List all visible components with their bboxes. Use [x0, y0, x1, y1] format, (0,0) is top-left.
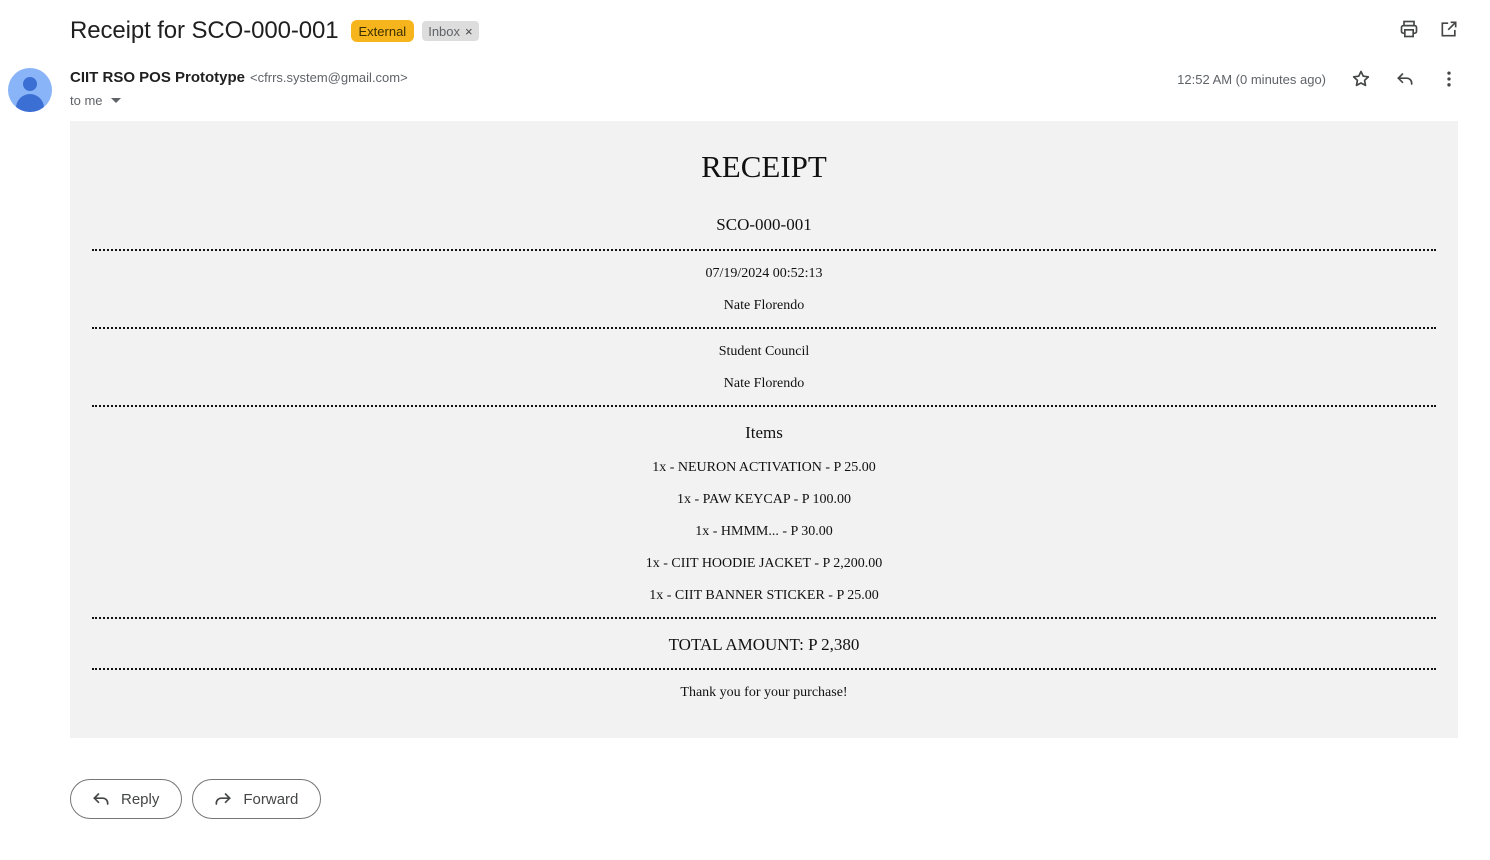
- receipt-organization: Student Council: [718, 344, 810, 359]
- receipt-divider: [92, 668, 1436, 670]
- receipt-item: 1x - CIIT BANNER STICKER - P 25.00: [649, 588, 879, 603]
- message-timestamp: 12:52 AM (0 minutes ago): [1177, 71, 1326, 87]
- receipt-datetime: 07/19/2024 00:52:13: [705, 266, 823, 281]
- reply-icon: [93, 793, 109, 805]
- sender-avatar[interactable]: [8, 68, 52, 112]
- more-vert-icon[interactable]: [1438, 68, 1460, 90]
- forward-button-label: Forward: [243, 790, 299, 808]
- inbox-label-badge: Inbox ×: [422, 21, 479, 41]
- chevron-down-icon: [110, 98, 121, 103]
- receipt-title: RECEIPT: [701, 149, 827, 184]
- subject-row: Receipt for SCO-000-001 External Inbox ×: [70, 14, 479, 48]
- inbox-label-text: Inbox: [428, 23, 461, 39]
- sender-email: <cfrrs.system@gmail.com>: [250, 70, 408, 85]
- sender-row: CIIT RSO POS Prototype <cfrrs.system@gma…: [70, 69, 408, 86]
- receipt-items-heading: Items: [745, 423, 783, 442]
- receipt-customer: Nate Florendo: [723, 298, 805, 313]
- receipt-cashier: Nate Florendo: [723, 376, 805, 391]
- receipt-divider: [92, 405, 1436, 407]
- email-subject: Receipt for SCO-000-001: [70, 17, 339, 44]
- remove-inbox-label-button[interactable]: ×: [465, 24, 473, 39]
- receipt-item: 1x - PAW KEYCAP - P 100.00: [676, 492, 852, 507]
- message-meta: 12:52 AM (0 minutes ago): [1177, 68, 1460, 90]
- receipt-body: RECEIPT SCO-000-001 07/19/2024 00:52:13 …: [70, 121, 1458, 738]
- reply-button-label: Reply: [121, 790, 160, 808]
- open-in-new-window-icon[interactable]: [1438, 18, 1460, 40]
- receipt-order-id: SCO-000-001: [716, 215, 812, 234]
- external-label-badge: External: [350, 20, 415, 42]
- bottom-actions: Reply Forward: [70, 779, 322, 819]
- star-icon[interactable]: [1350, 68, 1372, 90]
- forward-button[interactable]: Forward: [192, 779, 322, 819]
- receipt-total: TOTAL AMOUNT: P 2,380: [668, 635, 860, 654]
- print-icon[interactable]: [1398, 18, 1420, 40]
- forward-icon: [215, 793, 232, 805]
- receipt-item: 1x - NEURON ACTIVATION - P 25.00: [652, 460, 876, 475]
- avatar-body: [16, 94, 44, 112]
- receipt-divider: [92, 327, 1436, 329]
- receipt-divider: [92, 617, 1436, 619]
- reply-icon[interactable]: [1394, 68, 1416, 90]
- avatar-head: [23, 77, 37, 91]
- receipt-divider: [92, 249, 1436, 251]
- receipt-item: 1x - CIIT HOODIE JACKET - P 2,200.00: [645, 556, 883, 571]
- recipient-details-toggle[interactable]: to me: [70, 93, 121, 108]
- sender-name[interactable]: CIIT RSO POS Prototype: [70, 69, 245, 86]
- recipient-text: to me: [70, 93, 103, 108]
- top-actions: [1398, 18, 1460, 40]
- receipt-thanks: Thank you for your purchase!: [680, 685, 848, 700]
- reply-button[interactable]: Reply: [70, 779, 183, 819]
- receipt-item: 1x - HMMM... - P 30.00: [695, 524, 833, 539]
